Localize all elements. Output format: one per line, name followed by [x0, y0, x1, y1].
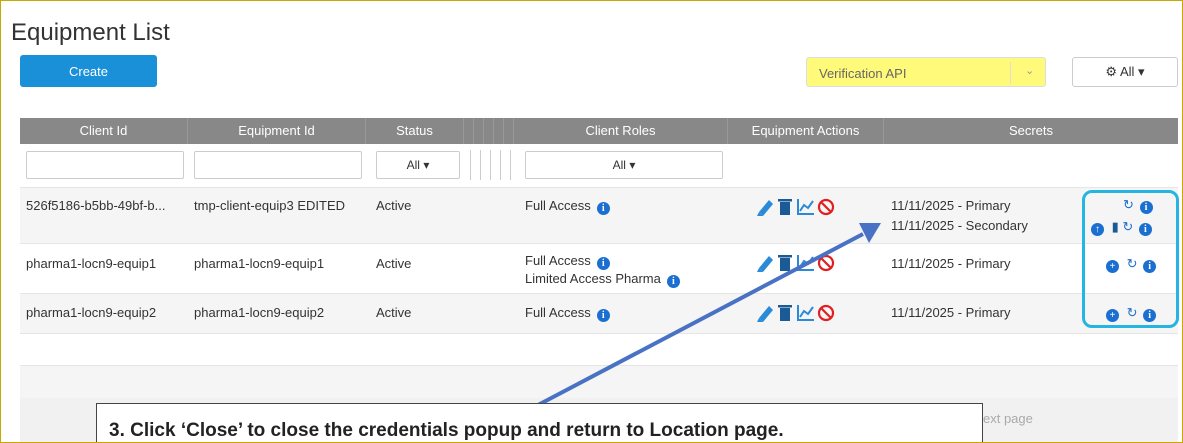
equipment-list-page: Equipment List Create Verification API ⌄…: [0, 0, 1183, 443]
instruction-callout: 3. Click ‘Close’ to close the credential…: [96, 403, 983, 442]
instruction-text: 3. Click ‘Close’ to close the credential…: [109, 420, 784, 441]
annotation-arrow: [537, 223, 881, 407]
